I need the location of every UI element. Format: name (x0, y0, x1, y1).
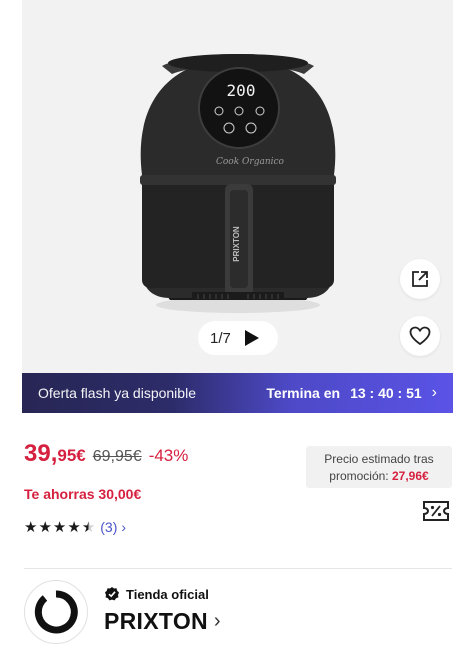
image-counter-label: 1/7 (210, 329, 231, 347)
image-counter[interactable]: 1/7 (198, 321, 278, 355)
rating-row[interactable]: ★ ★ ★ ★ ★ (3) › (24, 519, 126, 535)
favorite-button[interactable] (400, 316, 440, 356)
chevron-right-icon: › (121, 519, 127, 535)
estimate-value: 27,96€ (392, 469, 429, 483)
estimated-price-box: Precio estimado tras promoción: 27,96€ (306, 446, 452, 488)
product-image: PRIXTON Cook Organico 200 (140, 54, 336, 313)
star-icon: ★ (67, 518, 81, 536)
flash-offer-banner[interactable]: Oferta flash ya disponible Termina en 13… (22, 373, 453, 413)
share-button[interactable] (400, 259, 440, 299)
current-price-dec: 95€ (57, 446, 86, 465)
prixton-logo-icon (34, 590, 78, 634)
flash-offer-timer: Termina en 13 : 40 : 51 › (266, 384, 437, 402)
savings-text: Te ahorras 30,00€ (24, 486, 142, 502)
handle-brand-text: PRIXTON (232, 226, 241, 262)
original-price: 69,95€ (92, 448, 142, 465)
official-store-label: Tienda oficial (126, 586, 209, 602)
play-icon[interactable] (244, 330, 259, 346)
star-icon: ★ (52, 518, 67, 536)
price-row: 39,95€ 69,95€ -43% (24, 440, 188, 468)
share-icon (412, 271, 428, 287)
official-store-badge: Tienda oficial (104, 586, 209, 602)
store-logo[interactable] (24, 580, 88, 644)
display-readout: 200 (227, 81, 256, 100)
chevron-right-icon: › (431, 384, 437, 401)
store-name-link[interactable]: PRIXTON › (104, 608, 221, 635)
product-script-text: Cook Organico (216, 157, 285, 167)
product-gallery[interactable]: PRIXTON Cook Organico 200 1/7 (22, 0, 453, 373)
verified-badge-icon (105, 587, 119, 601)
discount-badge: -43% (148, 446, 189, 465)
estimate-line: promoción: 27,96€ (306, 468, 452, 485)
heart-icon (409, 326, 431, 346)
coupon-icon[interactable] (421, 498, 451, 524)
star-icon: ★ (24, 518, 38, 536)
timer-value: 13 : 40 : 51 (350, 385, 422, 401)
current-price: 39,95€ (24, 440, 86, 468)
current-price-int: 39, (24, 440, 58, 467)
timer-prefix: Termina en (266, 385, 341, 401)
divider (24, 568, 452, 569)
half-star-icon: ★ (81, 518, 96, 536)
estimate-label: Precio estimado tras (324, 452, 434, 466)
store-name: PRIXTON (104, 608, 208, 634)
flash-offer-label: Oferta flash ya disponible (38, 385, 196, 401)
chevron-right-icon: › (213, 610, 221, 632)
star-icon: ★ (38, 518, 52, 536)
rating-count[interactable]: (3) (100, 519, 117, 535)
estimate-label-2: promoción: (329, 469, 389, 483)
